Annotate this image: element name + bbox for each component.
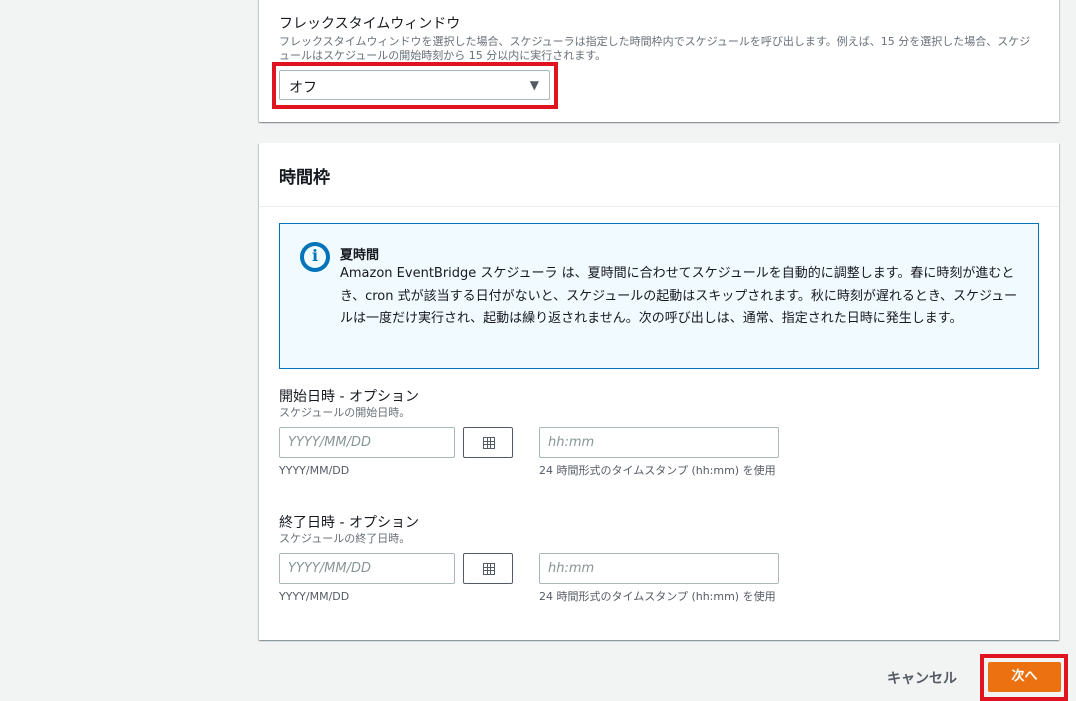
end-label: 終了日時 - オプション bbox=[279, 515, 419, 531]
next-button[interactable]: 次へ bbox=[988, 662, 1061, 692]
start-time-hint: 24 時間形式のタイムスタンプ (hh:mm) を使用 bbox=[539, 464, 776, 477]
end-time-input[interactable] bbox=[539, 553, 779, 584]
calendar-icon bbox=[483, 437, 495, 449]
start-calendar-button[interactable] bbox=[463, 427, 513, 458]
end-time-hint: 24 時間形式のタイムスタンプ (hh:mm) を使用 bbox=[539, 590, 776, 603]
flex-window-description: フレックスタイムウィンドウを選択した場合、スケジューラは指定した時間枠内でスケジ… bbox=[279, 35, 1031, 62]
end-date-hint: YYYY/MM/DD bbox=[279, 590, 350, 603]
info-icon: i bbox=[300, 242, 330, 272]
flex-window-label: フレックスタイムウィンドウ bbox=[279, 16, 461, 32]
end-calendar-button[interactable] bbox=[463, 553, 513, 584]
section-divider bbox=[259, 206, 1059, 207]
alert-title: 夏時間 bbox=[340, 248, 380, 263]
flex-window-selected-value: オフ bbox=[289, 80, 317, 96]
cancel-button[interactable]: キャンセル bbox=[887, 668, 957, 688]
alert-body: Amazon EventBridge スケジューラ は、夏時間に合わせてスケジュ… bbox=[340, 266, 1018, 326]
end-date-input[interactable] bbox=[279, 553, 455, 584]
start-time-input[interactable] bbox=[539, 427, 779, 458]
start-date-input[interactable] bbox=[279, 427, 455, 458]
start-label: 開始日時 - オプション bbox=[279, 389, 419, 405]
start-description: スケジュールの開始日時。 bbox=[279, 406, 411, 419]
section-title: 時間枠 bbox=[279, 168, 330, 188]
start-date-hint: YYYY/MM/DD bbox=[279, 464, 350, 477]
end-description: スケジュールの終了日時。 bbox=[279, 532, 411, 545]
dst-info-alert: i 夏時間 Amazon EventBridge スケジューラ は、夏時間に合わ… bbox=[279, 223, 1039, 369]
flex-window-select[interactable]: オフ ▼ bbox=[279, 70, 550, 100]
caret-down-icon: ▼ bbox=[529, 78, 539, 92]
calendar-icon bbox=[483, 563, 495, 575]
